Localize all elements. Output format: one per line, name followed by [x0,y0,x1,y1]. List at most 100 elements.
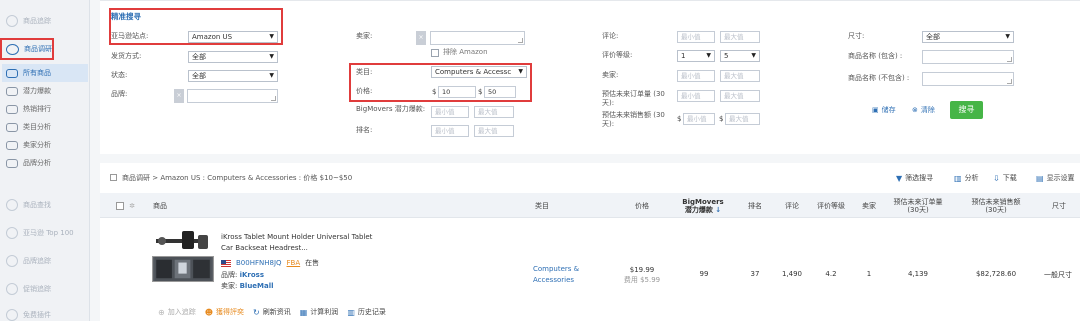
refresh-action[interactable]: ↻ 刷新资讯 [253,307,291,317]
name-exclude-textarea[interactable] [922,72,1014,86]
results-panel: 商品调研 > Amazon US : Computers & Accessori… [100,155,1080,321]
seller-link[interactable]: BlueMall [240,282,274,290]
profit-calc-action[interactable]: ▦ 计算利润 [300,307,339,317]
th-sales[interactable]: 预估未来销售额 (30天) [966,193,1026,218]
table-row: iKross Tablet Mount Holder Universal Tab… [100,219,1080,321]
sidebar-item-product-search[interactable]: 商品查找 [2,196,88,214]
rating-max-select[interactable]: 5 ▼ [720,50,760,62]
sellers-max-input[interactable]: 最大值 [720,70,760,82]
status-label: 状态: [111,71,128,79]
sidebar-item-product-tracking[interactable]: 商品追踪 [2,12,88,30]
download-tool[interactable]: ⇩ 下载 [993,173,1017,183]
product-title[interactable]: iKross Tablet Mount Holder Universal Tab… [221,232,372,254]
sellers-min-input[interactable]: 最小值 [677,70,715,82]
category-icon [6,122,18,132]
display-settings-tool[interactable]: ▤ 显示设置 [1036,173,1075,183]
plugin-icon [6,309,18,321]
search-button[interactable]: 搜寻 [950,101,983,119]
th-product: 商品 [153,201,167,210]
reviews-label: 评论: [602,32,619,40]
size-select[interactable]: 全部 ▼ [922,31,1014,43]
bigmovers-cell: 99 [699,270,709,278]
sales-label: 预估未来销售额 (30 天): [602,111,665,128]
seller-textarea[interactable] [430,31,525,45]
clear-link[interactable]: ⊗ 清除 [912,105,935,115]
bigmovers-min-input[interactable]: 最小值 [431,106,469,118]
save-link[interactable]: ▣ 储存 [872,105,896,115]
category-link[interactable]: Computers & Accessories [533,264,579,286]
reviews-action[interactable]: ☻ 獲得評奕 [205,307,244,317]
download-icon: ⇩ [993,173,1000,183]
filter-search-tool[interactable]: ▼ 筛选搜寻 [896,173,933,183]
collapse-icon[interactable] [110,174,117,181]
status-select[interactable]: 全部 ▼ [188,70,278,82]
add-tracking-action[interactable]: ⊕ 加入追踪 [158,307,196,317]
trend-icon [6,86,18,96]
asin-link[interactable]: B00HFNH8JQ [236,259,282,267]
add-track-icon: ⊕ [158,307,165,317]
app-root: 商品追踪 商品调研 所有商品 潜力爆款 热销排行 类目分析 卖家分析 品牌分析 … [0,0,1080,321]
th-orders[interactable]: 预估未来订单量 (30天) [888,193,948,218]
reviews-min-input[interactable]: 最小值 [677,31,715,43]
rating-cell: 4.2 [825,270,837,278]
exclude-amazon-label: 排除 Amazon [443,48,488,56]
sidebar-item-seller-analysis[interactable]: 卖家分析 [2,136,88,154]
th-bigmovers[interactable]: BigMovers 潜力爆款 ↓ [678,193,728,218]
sellers-cell: 1 [866,270,872,278]
sidebar-item-brand-tracking[interactable]: 品牌追踪 [2,252,88,270]
orders-max-input[interactable]: 最大值 [720,90,760,102]
sales-max-input[interactable]: 最大值 [725,113,760,125]
th-price[interactable]: 价格 [633,193,651,218]
rank-max-input[interactable]: 最大值 [474,125,514,137]
seller-tag-remove[interactable]: × [416,31,426,45]
analysis-tool[interactable]: ▥ 分析 [954,173,979,183]
th-rank[interactable]: 排名 [746,193,764,218]
th-rating[interactable]: 评价等级 [816,193,846,218]
name-include-textarea[interactable] [922,50,1014,64]
sidebar-item-promo-tracking[interactable]: 促销追踪 [2,280,88,298]
flame-icon [6,104,18,114]
select-all-checkbox[interactable] [114,193,126,218]
sidebar-item-free-plugin[interactable]: 免费插件 [2,306,88,321]
orders-min-input[interactable]: 最小值 [677,90,715,102]
th-sellers[interactable]: 卖家 [860,193,878,218]
size-cell: 一般尺寸 [1044,271,1072,279]
reviews-max-input[interactable]: 最大值 [720,31,760,43]
th-reviews[interactable]: 评论 [783,193,801,218]
brand-textarea[interactable] [187,89,278,103]
exclude-amazon-checkbox[interactable] [431,49,439,57]
table-header: ✲ 商品 类目 价格 BigMovers 潜力爆款 ↓ 排名 评论 评价等级 卖家… [100,193,1080,218]
ship-label: 发货方式: [111,52,142,60]
gear-icon[interactable]: ✲ [128,193,136,218]
status-text: 在售 [305,259,320,267]
sort-down-icon: ↓ [715,205,722,214]
sales-currency-max: $ [719,115,724,123]
sales-currency-min: $ [677,115,682,123]
sidebar-item-amazon-top100[interactable]: 亚马逊 Top 100 [2,224,88,242]
sales-min-input[interactable]: 最小值 [683,113,715,125]
chevron-down-icon: ▼ [751,52,756,59]
rank-cell: 37 [750,270,760,278]
product-image-main[interactable] [152,229,214,253]
rank-min-input[interactable]: 最小值 [431,125,469,137]
brand-link[interactable]: iKross [240,271,264,279]
sidebar-item-brand-analysis[interactable]: 品牌分析 [2,154,88,172]
brand-tag-remove[interactable]: × [174,89,184,103]
people-icon: ☻ [204,307,214,317]
rating-min-select[interactable]: 1 ▼ [677,50,715,62]
size-label: 尺寸: [848,32,865,40]
price-cell: $19.99 费用 $5.99 [623,266,661,284]
bigmovers-max-input[interactable]: 最大值 [474,106,514,118]
sidebar-item-all-products[interactable]: 所有商品 [2,64,88,82]
history-action[interactable]: ▥ 历史记录 [347,307,386,317]
rating-label: 评价等级: [602,51,633,59]
breadcrumb: 商品调研 > Amazon US : Computers & Accessori… [110,173,352,183]
sidebar-item-bigmovers[interactable]: 潜力爆款 [2,82,88,100]
sidebar-item-best-sellers[interactable]: 热销排行 [2,100,88,118]
product-image-gallery[interactable] [152,256,214,282]
seller-label: 卖家: [356,32,373,40]
bigmovers-label: BigMovers 潜力爆款: [356,105,426,113]
list-icon [6,68,18,78]
ship-select[interactable]: 全部 ▼ [188,51,278,63]
sidebar-item-category-analysis[interactable]: 类目分析 [2,118,88,136]
